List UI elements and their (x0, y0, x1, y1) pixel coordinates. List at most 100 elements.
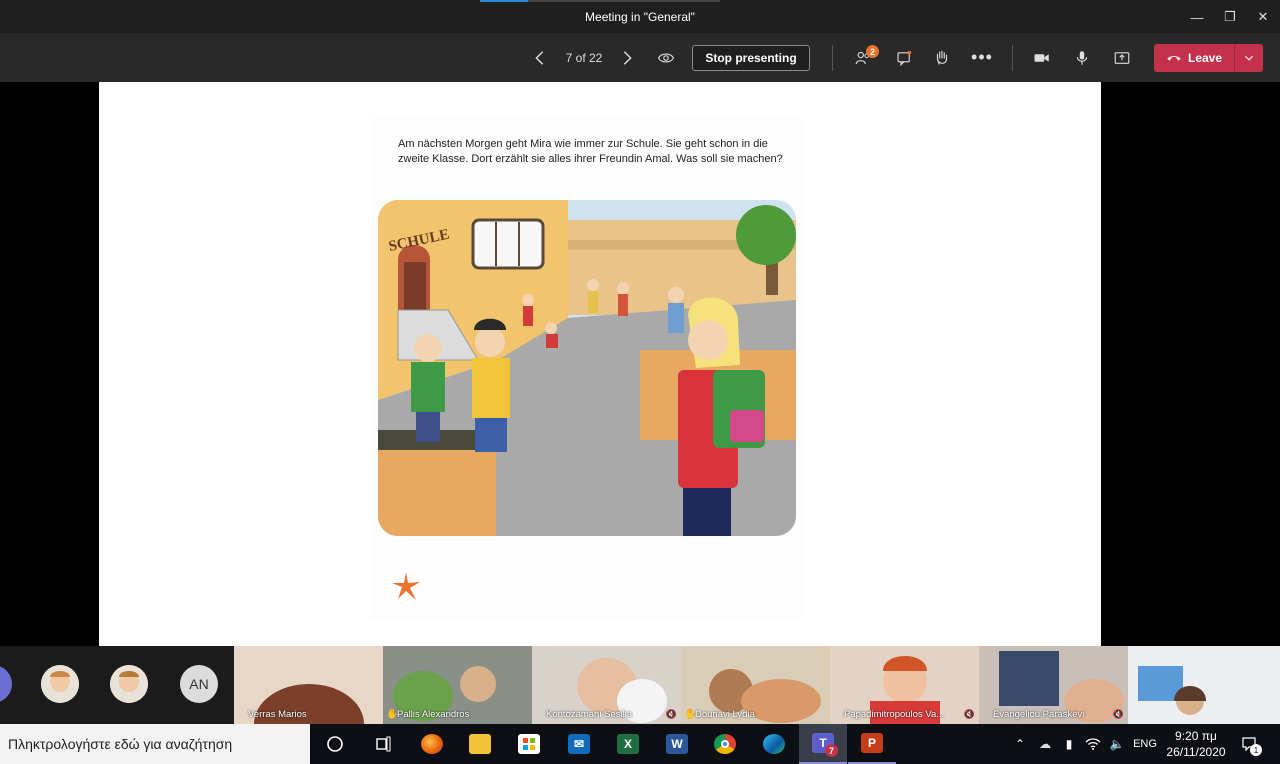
participant-video-tile[interactable]: ✋ Dounavi Lydia (681, 646, 830, 724)
share-screen-icon (1114, 51, 1130, 64)
previous-slide-button[interactable] (530, 33, 550, 82)
mic-off-icon: 🔇 (1112, 709, 1124, 719)
cortana-button[interactable] (311, 724, 359, 764)
next-slide-button[interactable] (617, 33, 637, 82)
show-hidden-icons-button[interactable]: ⌃ (1010, 724, 1030, 764)
word-icon: W (666, 734, 688, 754)
notification-count: 1 (1250, 744, 1262, 756)
firefox-icon (421, 734, 443, 754)
participant-video-tile[interactable]: Verras Marios (234, 646, 383, 724)
taskbar-firefox[interactable] (408, 724, 456, 764)
taskbar-chrome[interactable] (701, 724, 749, 764)
edge-icon (763, 734, 785, 754)
shared-slide: Am nächsten Morgen geht Mira wie immer z… (99, 82, 1101, 646)
participant-video-tile[interactable]: ✋ Pallis Alexandros (383, 646, 532, 724)
taskbar-powerpoint[interactable]: P (848, 724, 896, 764)
taskbar-file-explorer[interactable] (456, 724, 504, 764)
raise-hand-button[interactable] (930, 33, 954, 82)
participant-initials-avatar[interactable]: AN (180, 665, 218, 703)
participant-video-tile[interactable]: Papadimitropoulos Va... 🔇 (830, 646, 979, 724)
participant-name: Evangeliou Paraskevi (993, 709, 1085, 720)
participant-name: Papadimitropoulos Va... (844, 709, 945, 720)
mail-icon: ✉ (568, 734, 590, 754)
taskbar-clock[interactable]: 9:20 πμ 26/11/2020 (1164, 728, 1228, 760)
taskbar-search-box[interactable]: Πληκτρολογήστε εδώ για αναζήτηση (0, 724, 310, 764)
titlebar-accent-blue (480, 0, 528, 2)
tray-network-alert[interactable]: ☁ (1034, 724, 1056, 764)
tray-volume[interactable]: 🔈 (1106, 724, 1128, 764)
participant-video-tile[interactable]: Kontozamani Sesilia 🔇 (532, 646, 681, 724)
camera-button[interactable] (1030, 33, 1054, 82)
minimize-icon[interactable]: — (1186, 6, 1208, 28)
task-view-button[interactable] (359, 724, 407, 764)
more-actions-button[interactable]: ••• (970, 33, 994, 82)
taskbar-edge[interactable] (750, 724, 798, 764)
participants-badge: 2 (866, 45, 879, 58)
taskbar-mail[interactable]: ✉ (555, 724, 603, 764)
leave-options-button[interactable] (1235, 44, 1263, 72)
participant-avatar[interactable] (41, 665, 79, 703)
taskbar-store[interactable] (505, 724, 553, 764)
cortana-icon (327, 736, 343, 752)
excel-icon: X (617, 734, 639, 754)
chat-button[interactable] (892, 33, 916, 82)
window-titlebar: Meeting in "General" — ❐ ✕ (0, 0, 1280, 33)
participant-name: Verras Marios (248, 709, 307, 720)
chevron-down-icon (1245, 55, 1253, 61)
windows-taskbar: Πληκτρολογήστε εδώ για αναζήτηση ✉ X W T… (0, 724, 1280, 764)
phone-hangup-icon (1167, 56, 1181, 61)
cloud-alert-icon: ☁ (1039, 737, 1051, 751)
taskbar-excel[interactable]: X (604, 724, 652, 764)
battery-icon: ▮ (1065, 737, 1073, 751)
video-feed (1128, 646, 1280, 724)
participant-avatar[interactable] (0, 665, 12, 703)
private-view-button[interactable] (654, 33, 678, 82)
participant-name: Dounavi Lydia (695, 709, 755, 720)
action-center-button[interactable]: 1 (1236, 724, 1262, 764)
share-tray-button[interactable] (1110, 33, 1134, 82)
camera-icon (1034, 53, 1049, 62)
tray-wifi[interactable] (1082, 724, 1104, 764)
microphone-icon (1076, 50, 1088, 65)
leave-button[interactable]: Leave (1154, 44, 1263, 72)
speaker-icon: 🔈 (1109, 737, 1125, 751)
participant-gallery: AN Verras Marios ✋ Pallis Alexandros Kon… (0, 646, 1280, 724)
avatar-photo (110, 665, 148, 703)
taskbar-teams[interactable]: T 7 (799, 724, 847, 764)
participant-name: Kontozamani Sesilia (546, 709, 633, 720)
wifi-icon (1085, 738, 1101, 750)
chat-icon (897, 50, 912, 66)
teams-badge: 7 (825, 744, 838, 757)
tray-battery[interactable]: ▮ (1058, 724, 1080, 764)
chrome-icon (714, 734, 736, 754)
window-title: Meeting in "General" (585, 10, 695, 24)
meeting-toolbar: 7 of 22 Stop presenting 2 ••• Leave (0, 33, 1280, 82)
mic-off-icon: 🔇 (963, 709, 975, 719)
taskbar-word[interactable]: W (653, 724, 701, 764)
toolbar-divider (832, 45, 833, 71)
task-view-icon (376, 736, 391, 752)
restore-icon[interactable]: ❐ (1219, 6, 1241, 28)
store-icon (518, 734, 540, 754)
stop-presenting-button[interactable]: Stop presenting (692, 45, 810, 71)
leave-main[interactable]: Leave (1154, 44, 1234, 72)
chevron-up-icon: ⌃ (1014, 737, 1026, 751)
folder-icon (469, 734, 491, 754)
microphone-button[interactable] (1070, 33, 1094, 82)
mic-off-icon: 🔇 (665, 709, 677, 719)
book-page: Am nächsten Morgen geht Mira wie immer z… (370, 118, 802, 620)
input-language[interactable]: ENG (1130, 724, 1160, 764)
participant-video-tile[interactable] (1128, 646, 1280, 724)
toolbar-divider (1012, 45, 1013, 71)
school-illustration: SCHULE (378, 200, 796, 536)
page-indicator: 7 of 22 (565, 50, 603, 65)
star-doodle-icon (392, 572, 420, 600)
eye-icon (657, 53, 675, 62)
hand-icon (936, 50, 948, 65)
participant-video-tile[interactable]: Evangeliou Paraskevi 🔇 (979, 646, 1128, 724)
close-icon[interactable]: ✕ (1252, 6, 1274, 28)
story-text: Am nächsten Morgen geht Mira wie immer z… (398, 138, 783, 165)
participant-avatar[interactable] (110, 665, 148, 703)
avatar-photo (41, 665, 79, 703)
chevron-right-icon (623, 50, 632, 65)
